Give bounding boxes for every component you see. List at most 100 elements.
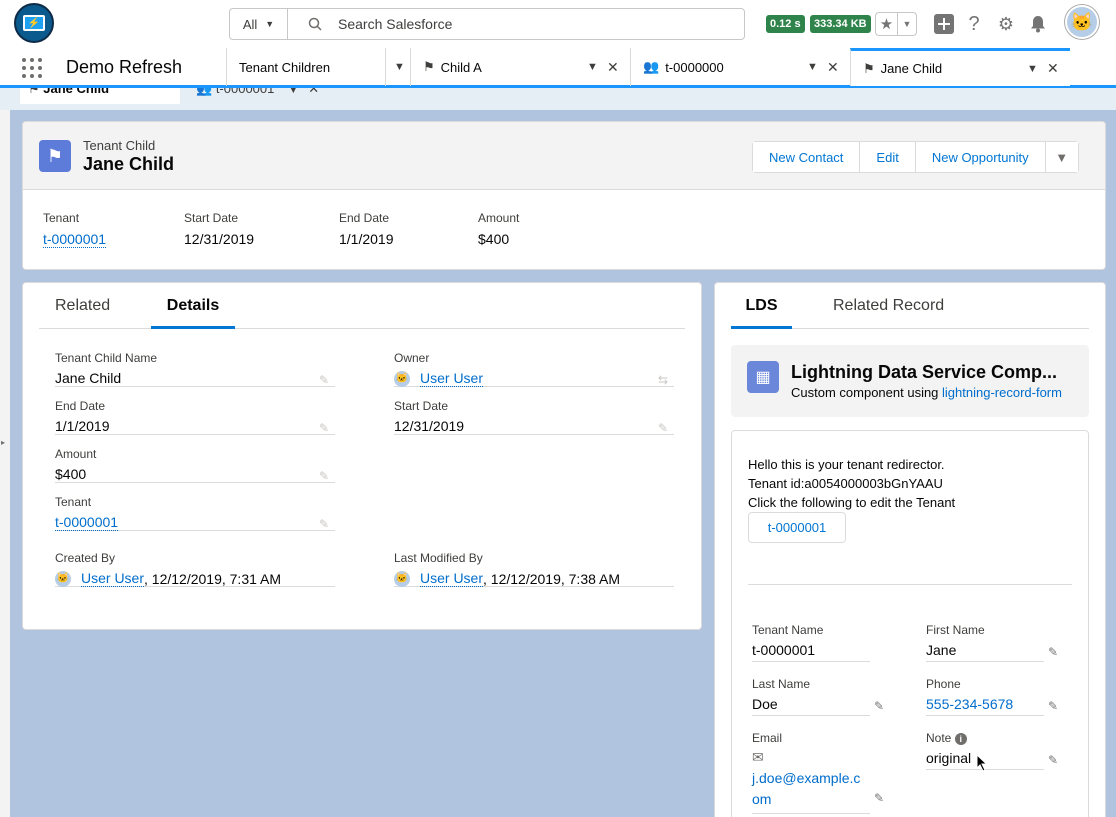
add-icon[interactable]: [933, 13, 955, 35]
email-envelope-icon[interactable]: ✉: [752, 749, 870, 766]
nav-tab-jane-child[interactable]: ⚑ Jane Child ▼ ✕: [850, 48, 1070, 86]
field-label: Tenant: [43, 211, 80, 225]
subtab-jane-child[interactable]: ⚑ Jane Child: [20, 88, 180, 104]
edit-button[interactable]: Edit: [860, 142, 916, 172]
chevron-down-icon[interactable]: ▼: [587, 61, 598, 73]
highlight-end-date: End Date 1/1/2019: [339, 211, 394, 247]
highlight-tenant: Tenant t-0000001: [43, 211, 107, 248]
end-date-field: End Date 1/1/2019 ✎: [55, 399, 335, 435]
expand-icon[interactable]: ▸: [1, 438, 5, 447]
nav-tab-tenant-children[interactable]: Tenant Children ▼: [226, 48, 410, 86]
field-label: Last Name: [752, 677, 811, 691]
user-avatar[interactable]: 🐱: [1065, 5, 1099, 39]
lds-component-header: ▦ Lightning Data Service Comp... Custom …: [731, 345, 1089, 417]
app-logo[interactable]: ⚡: [14, 3, 54, 43]
subtab-label: Jane Child: [43, 88, 110, 96]
app-launcher-icon[interactable]: [22, 58, 42, 78]
nav-tab-label: t-0000000: [665, 59, 724, 75]
global-header: ⚡ All ▼ Search Salesforce 0.12 s 333.34 …: [0, 0, 1116, 48]
divider: [748, 584, 1072, 585]
search-scope-select[interactable]: All ▼: [230, 9, 288, 39]
record-header: ⚑ Tenant Child Jane Child New Contact Ed…: [23, 122, 1105, 190]
tenant-id-text: Tenant id:a0054000003bGnYAAU: [748, 476, 943, 491]
tab-related-record[interactable]: Related Record: [833, 297, 944, 329]
mouse-cursor-icon: [976, 753, 988, 775]
first-name-field: First Name Jane ✎: [926, 623, 1058, 662]
phone-link[interactable]: 555-234-5678: [926, 696, 1013, 712]
subtab-tenant[interactable]: 👥 t-0000001 ▼ ✕: [196, 88, 319, 98]
pencil-icon[interactable]: ✎: [1048, 645, 1058, 659]
field-value: 12/31/2019: [184, 231, 255, 247]
close-icon[interactable]: ✕: [607, 59, 619, 76]
close-icon[interactable]: ✕: [827, 59, 839, 76]
chevron-down-icon[interactable]: ▼: [1027, 63, 1038, 75]
pencil-icon[interactable]: ✎: [319, 469, 329, 483]
nav-tab-label: Tenant Children: [239, 59, 331, 75]
tab-lds[interactable]: LDS: [731, 297, 792, 329]
record-title: Jane Child: [83, 154, 175, 174]
pencil-icon[interactable]: ✎: [874, 791, 884, 805]
nav-tab-label: Jane Child: [880, 61, 943, 76]
search-placeholder: Search Salesforce: [338, 16, 453, 32]
close-icon[interactable]: ✕: [1047, 60, 1059, 77]
field-label: Amount: [478, 211, 520, 225]
nav-tab-label: Child A: [440, 59, 482, 75]
size-badge: 333.34 KB: [810, 15, 871, 33]
tenant-button[interactable]: t-0000001: [748, 512, 846, 543]
more-actions-button[interactable]: ▼: [1045, 142, 1078, 172]
owner-link[interactable]: User User: [420, 370, 484, 387]
close-icon[interactable]: ✕: [308, 88, 319, 96]
search-icon: [308, 17, 322, 31]
field-value: Jane Child: [55, 370, 122, 386]
modified-date: , 12/12/2019, 7:38 AM: [483, 570, 621, 587]
chevron-down-icon[interactable]: ▼: [385, 48, 405, 86]
subtab-label: t-0000001: [215, 88, 275, 96]
field-value: $400: [478, 231, 510, 247]
field-label: Email: [752, 731, 783, 745]
pencil-icon[interactable]: ✎: [319, 421, 329, 435]
favorites-button[interactable]: ★ ▼: [875, 12, 917, 36]
tenant-link[interactable]: t-0000001: [43, 231, 107, 248]
chevron-down-icon[interactable]: ▼: [288, 88, 298, 96]
people-icon: 👥: [196, 88, 216, 96]
pencil-icon[interactable]: ✎: [1048, 753, 1058, 767]
tenant-link[interactable]: t-0000001: [55, 514, 119, 531]
help-icon[interactable]: ?: [963, 13, 985, 35]
created-by-link[interactable]: User User: [81, 570, 145, 587]
pencil-icon[interactable]: ✎: [658, 421, 668, 435]
new-opportunity-button[interactable]: New Opportunity: [915, 142, 1046, 172]
gear-icon[interactable]: ⚙: [995, 13, 1017, 35]
lds-subtitle-text: Custom component using: [791, 385, 943, 400]
modified-by-link[interactable]: User User: [420, 570, 484, 587]
pencil-icon[interactable]: ✎: [319, 517, 329, 531]
pencil-icon[interactable]: ✎: [1048, 699, 1058, 713]
owner-field: Owner 🐱 User User ⇆: [394, 351, 674, 387]
chevron-down-icon[interactable]: ▼: [898, 13, 916, 35]
global-search[interactable]: All ▼ Search Salesforce: [229, 8, 745, 40]
pencil-icon[interactable]: ✎: [874, 699, 884, 713]
flag-icon: ⚑: [863, 60, 875, 76]
field-value: 1/1/2019: [339, 231, 394, 247]
app-name: Demo Refresh: [66, 57, 183, 77]
tab-details[interactable]: Details: [151, 297, 235, 329]
field-label: Last Modified By: [394, 551, 483, 565]
field-value: 12/31/2019: [394, 418, 465, 434]
info-icon[interactable]: i: [954, 733, 967, 745]
change-owner-icon[interactable]: ⇆: [658, 373, 668, 387]
user-avatar-icon: 🐱: [394, 570, 410, 587]
new-contact-button[interactable]: New Contact: [753, 142, 861, 172]
subtab-bar: ⚑ Jane Child 👥 t-0000001 ▼ ✕: [0, 88, 1116, 110]
nav-tab-child-a[interactable]: ⚑ Child A ▼ ✕: [410, 48, 630, 86]
star-icon[interactable]: ★: [876, 13, 898, 35]
search-input[interactable]: Search Salesforce: [288, 9, 744, 39]
building-icon: ▦: [747, 361, 779, 393]
pencil-icon[interactable]: ✎: [319, 373, 329, 387]
created-date: , 12/12/2019, 7:31 AM: [144, 570, 282, 587]
nav-tab-tenant[interactable]: 👥 t-0000000 ▼ ✕: [630, 48, 850, 86]
tab-related[interactable]: Related: [55, 297, 110, 329]
bell-icon[interactable]: [1027, 13, 1049, 35]
email-link[interactable]: j.doe@example.c om: [752, 770, 860, 807]
tenant-name-field: Tenant Name t-0000001: [752, 623, 870, 662]
lightning-record-form-link[interactable]: lightning-record-form: [942, 385, 1062, 400]
chevron-down-icon[interactable]: ▼: [807, 61, 818, 73]
